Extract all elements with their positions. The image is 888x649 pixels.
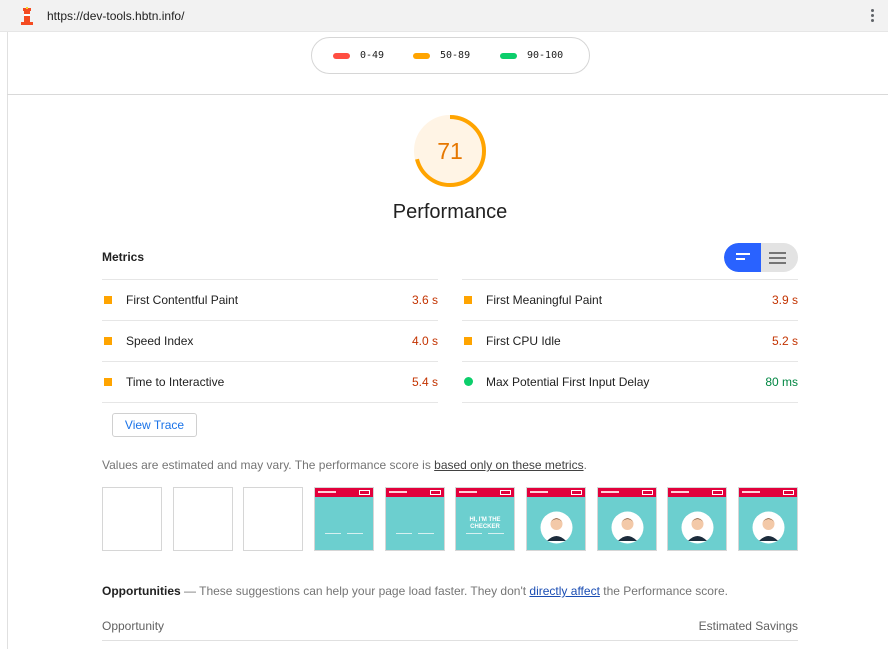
view-trace-button[interactable]: View Trace bbox=[112, 413, 197, 437]
filmstrip-frame bbox=[314, 487, 374, 551]
opportunities-table-header: Opportunity Estimated Savings bbox=[102, 619, 798, 633]
filmstrip-frame bbox=[173, 487, 233, 551]
metrics-left-bottom-rule bbox=[102, 402, 438, 403]
opportunities-header-rule bbox=[102, 640, 798, 641]
average-square-icon bbox=[104, 296, 112, 304]
metric-view-toggle[interactable] bbox=[724, 243, 798, 272]
metric-value: 80 ms bbox=[765, 375, 798, 389]
avatar-icon bbox=[540, 511, 573, 544]
filmstrip-frame bbox=[597, 487, 657, 551]
opportunities-dash: — bbox=[180, 584, 200, 598]
filmstrip-frame bbox=[667, 487, 727, 551]
score-calculation-link[interactable]: based only on these metrics bbox=[434, 458, 583, 472]
average-square-icon bbox=[104, 337, 112, 345]
opportunities-heading: Opportunities — These suggestions can he… bbox=[102, 584, 728, 598]
metric-label: Max Potential First Input Delay bbox=[486, 375, 650, 389]
opportunities-description: These suggestions can help your page loa… bbox=[199, 584, 530, 598]
filmstrip-frame bbox=[243, 487, 303, 551]
avatar-icon bbox=[681, 511, 714, 544]
metrics-right-bottom-rule bbox=[462, 402, 798, 403]
average-range-pill bbox=[413, 53, 430, 59]
metric-label: First Contentful Paint bbox=[126, 293, 239, 307]
header-divider bbox=[7, 94, 888, 95]
filmstrip-frame bbox=[738, 487, 798, 551]
metric-first-contentful-paint: First Contentful Paint 3.6 s bbox=[102, 279, 438, 320]
browser-bar: https://dev-tools.hbtn.info/ bbox=[0, 0, 888, 32]
metric-speed-index: Speed Index 4.0 s bbox=[102, 320, 438, 361]
metric-first-cpu-idle: First CPU Idle 5.2 s bbox=[462, 320, 798, 361]
lines-full-icon[interactable] bbox=[769, 252, 786, 267]
lines-short-icon[interactable] bbox=[724, 243, 761, 272]
fail-range-pill bbox=[333, 53, 350, 59]
metric-time-to-interactive: Time to Interactive 5.4 s bbox=[102, 361, 438, 402]
metric-label: First CPU Idle bbox=[486, 334, 561, 348]
average-square-icon bbox=[464, 296, 472, 304]
opportunities-title: Opportunities bbox=[102, 584, 181, 598]
address-url[interactable]: https://dev-tools.hbtn.info/ bbox=[47, 9, 184, 23]
average-square-icon bbox=[104, 378, 112, 386]
column-estimated-savings: Estimated Savings bbox=[698, 619, 798, 633]
pass-range-pill bbox=[500, 53, 517, 59]
metric-value: 5.2 s bbox=[771, 334, 798, 348]
legend-pass-label: 90-100 bbox=[527, 50, 564, 61]
metric-label: First Meaningful Paint bbox=[486, 293, 603, 307]
filmstrip-frame: HI, I'M THE CHECKER bbox=[455, 487, 515, 551]
performance-title: Performance bbox=[392, 201, 508, 223]
note-period: . bbox=[583, 458, 587, 472]
metrics-heading: Metrics bbox=[102, 250, 145, 264]
pass-circle-icon bbox=[464, 377, 473, 386]
filmstrip-hello-text: HI, I'M THE CHECKER bbox=[469, 517, 501, 530]
filmstrip-frame bbox=[102, 487, 162, 551]
metric-label: Speed Index bbox=[126, 334, 194, 348]
avatar-icon bbox=[611, 511, 644, 544]
estimate-note: Values are estimated and may vary. The p… bbox=[102, 458, 587, 472]
filmstrip-frame bbox=[385, 487, 445, 551]
avatar-icon bbox=[752, 511, 785, 544]
metric-first-meaningful-paint: First Meaningful Paint 3.9 s bbox=[462, 279, 798, 320]
metric-value: 3.6 s bbox=[411, 293, 438, 307]
legend-average-label: 50-89 bbox=[440, 50, 471, 61]
note-text: Values are estimated and may vary. The p… bbox=[102, 458, 435, 472]
metric-value: 5.4 s bbox=[411, 375, 438, 389]
metric-label: Time to Interactive bbox=[126, 375, 225, 389]
legend-fail-label: 0-49 bbox=[360, 50, 385, 61]
sidebar-divider bbox=[7, 32, 8, 649]
score-legend: 0-49 50-89 90-100 bbox=[311, 37, 590, 74]
column-opportunity: Opportunity bbox=[102, 619, 165, 633]
performance-score: 71 bbox=[437, 138, 463, 164]
metric-value: 4.0 s bbox=[411, 334, 438, 348]
average-square-icon bbox=[464, 337, 472, 345]
metric-max-potential-fid: Max Potential First Input Delay 80 ms bbox=[462, 361, 798, 402]
filmstrip-frame bbox=[526, 487, 586, 551]
metric-value: 3.9 s bbox=[771, 293, 798, 307]
opportunities-description-end: the Performance score. bbox=[599, 584, 728, 598]
directly-affect-link[interactable]: directly affect bbox=[529, 584, 599, 598]
kebab-menu-icon[interactable] bbox=[868, 7, 876, 25]
lighthouse-icon bbox=[21, 7, 33, 25]
